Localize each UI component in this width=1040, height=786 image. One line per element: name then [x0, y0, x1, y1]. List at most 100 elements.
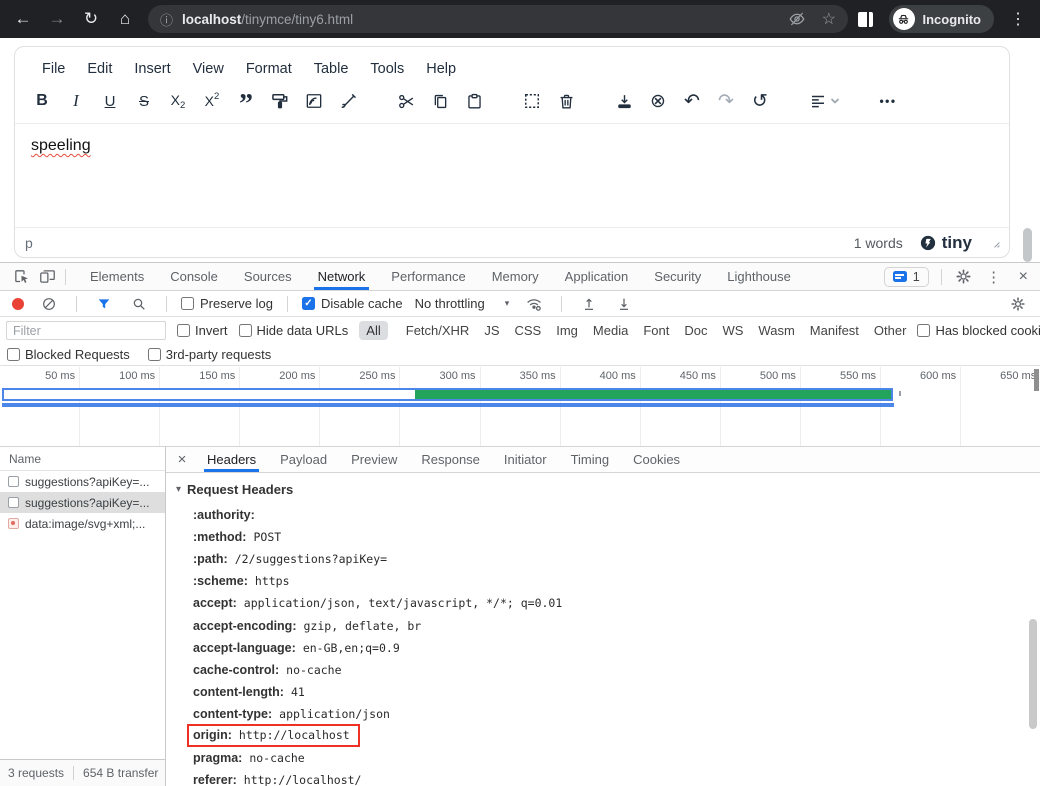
network-settings-gear-icon[interactable] [1005, 292, 1031, 316]
details-tab[interactable]: Headers [195, 447, 268, 472]
filter-type[interactable]: JS [484, 323, 499, 338]
copy-icon[interactable] [423, 85, 457, 117]
disable-cache-checkbox[interactable]: ✓ [302, 297, 315, 310]
preserve-log-checkbox[interactable] [181, 297, 194, 310]
editor-menu-item[interactable]: File [31, 56, 76, 82]
subscript-button[interactable]: X2 [161, 85, 195, 117]
filter-type[interactable]: WS [722, 323, 743, 338]
editor-menu-item[interactable]: Table [303, 56, 360, 82]
preserve-log-toggle[interactable]: Preserve log [181, 296, 273, 311]
hide-data-urls-toggle[interactable]: Hide data URLs [239, 323, 349, 338]
network-overview-timeline[interactable]: 50 ms100 ms150 ms200 ms250 ms300 ms350 m… [0, 367, 1040, 447]
reload-icon[interactable]: ↻ [76, 4, 106, 34]
image-frame-icon[interactable] [297, 85, 331, 117]
settings-gear-icon[interactable] [951, 265, 977, 289]
details-tab[interactable]: Cookies [621, 447, 692, 472]
home-icon[interactable]: ⌂ [110, 4, 140, 34]
save-icon[interactable] [607, 85, 641, 117]
disable-cache-toggle[interactable]: ✓ Disable cache [302, 296, 403, 311]
devtools-tab[interactable]: Memory [479, 263, 552, 290]
devtools-close-icon[interactable]: × [1011, 268, 1036, 286]
filter-type[interactable]: CSS [515, 323, 542, 338]
name-column-header[interactable]: Name [0, 447, 165, 471]
superscript-button[interactable]: X2 [195, 85, 229, 117]
editor-menu-item[interactable]: Tools [359, 56, 415, 82]
back-icon[interactable]: ← [8, 4, 38, 34]
restore-draft-icon[interactable]: ↺ [743, 85, 777, 117]
request-headers-section[interactable]: ▾ Request Headers [176, 482, 1040, 497]
devtools-tab[interactable]: Performance [378, 263, 478, 290]
site-info-icon[interactable]: ⓘ [160, 10, 173, 29]
bookmark-star-icon[interactable]: ☆ [822, 9, 836, 29]
filter-type[interactable]: Media [593, 323, 628, 338]
filter-input[interactable] [6, 321, 166, 340]
blocked-requests-toggle[interactable]: Blocked Requests [7, 347, 130, 362]
request-row[interactable]: suggestions?apiKey=... [0, 492, 165, 513]
strikethrough-button[interactable]: S [127, 85, 161, 117]
word-count[interactable]: 1 words [854, 235, 903, 251]
export-har-icon[interactable] [611, 292, 637, 316]
editor-menu-item[interactable]: Format [235, 56, 303, 82]
third-party-toggle[interactable]: 3rd-party requests [148, 347, 272, 362]
editor-menu-item[interactable]: Help [415, 56, 467, 82]
browser-menu-icon[interactable]: ⋮ [1004, 9, 1032, 29]
italic-button[interactable]: I [59, 85, 93, 117]
devtools-tab[interactable]: Application [552, 263, 642, 290]
import-har-icon[interactable] [576, 292, 602, 316]
undo-icon[interactable]: ↶ [675, 85, 709, 117]
devtools-tab[interactable]: Lighthouse [714, 263, 804, 290]
editor-menu-item[interactable]: Edit [76, 56, 123, 82]
blockquote-button[interactable]: ” [229, 85, 263, 117]
filter-type[interactable]: Img [556, 323, 578, 338]
eye-off-icon[interactable] [788, 10, 806, 28]
clear-icon[interactable] [36, 292, 62, 316]
cancel-icon[interactable]: ⊗ [641, 85, 675, 117]
page-scrollbar-thumb[interactable] [1023, 228, 1032, 262]
filter-type-all[interactable]: All [359, 321, 387, 340]
details-tab[interactable]: Preview [339, 447, 409, 472]
filter-funnel-icon[interactable] [91, 292, 117, 316]
devtools-menu-icon[interactable]: ⋮ [981, 265, 1007, 289]
devtools-tab[interactable]: Elements [77, 263, 157, 290]
editor-content[interactable]: speeling [15, 124, 1009, 227]
devtools-tab[interactable]: Security [641, 263, 714, 290]
details-tab[interactable]: Payload [268, 447, 339, 472]
editor-menu-item[interactable]: Insert [123, 56, 181, 82]
misspelled-word[interactable]: speeling [31, 137, 91, 154]
paint-roller-icon[interactable] [263, 85, 297, 117]
side-panel-icon[interactable] [853, 7, 879, 31]
editor-menu-item[interactable]: View [182, 56, 235, 82]
underline-button[interactable]: U [93, 85, 127, 117]
network-conditions-icon[interactable] [521, 292, 547, 316]
devtools-tab[interactable]: Network [305, 263, 379, 290]
filter-type[interactable]: Doc [684, 323, 707, 338]
details-tab[interactable]: Timing [559, 447, 622, 472]
devtools-tab[interactable]: Console [157, 263, 231, 290]
element-path[interactable]: p [25, 235, 33, 251]
timeline-scrollbar-thumb[interactable] [1034, 369, 1039, 391]
search-icon[interactable] [126, 292, 152, 316]
filter-type[interactable]: Font [643, 323, 669, 338]
filter-type[interactable]: Manifest [810, 323, 859, 338]
filter-type[interactable]: Fetch/XHR [406, 323, 470, 338]
details-scrollbar-thumb[interactable] [1029, 619, 1037, 729]
request-row[interactable]: data:image/svg+xml;... [0, 513, 165, 534]
bold-button[interactable]: B [25, 85, 59, 117]
trash-icon[interactable] [549, 85, 583, 117]
has-blocked-cookies-toggle[interactable]: Has blocked cookies [917, 323, 1040, 338]
paste-icon[interactable] [457, 85, 491, 117]
device-toolbar-icon[interactable] [34, 265, 60, 289]
redo-icon[interactable]: ↷ [709, 85, 743, 117]
details-tab[interactable]: Response [409, 447, 492, 472]
record-icon[interactable] [12, 298, 24, 310]
more-toolbar-icon[interactable]: ••• [871, 85, 905, 117]
cut-icon[interactable] [389, 85, 423, 117]
url-text[interactable]: localhost/tinymce/tiny6.html [182, 12, 353, 27]
align-dropdown[interactable] [801, 85, 847, 117]
issues-counter[interactable]: 1 [884, 267, 929, 287]
forward-icon[interactable]: → [42, 4, 72, 34]
details-close-icon[interactable]: × [171, 449, 193, 471]
filter-type[interactable]: Wasm [758, 323, 794, 338]
devtools-tab[interactable]: Sources [231, 263, 305, 290]
filter-type[interactable]: Other [874, 323, 907, 338]
